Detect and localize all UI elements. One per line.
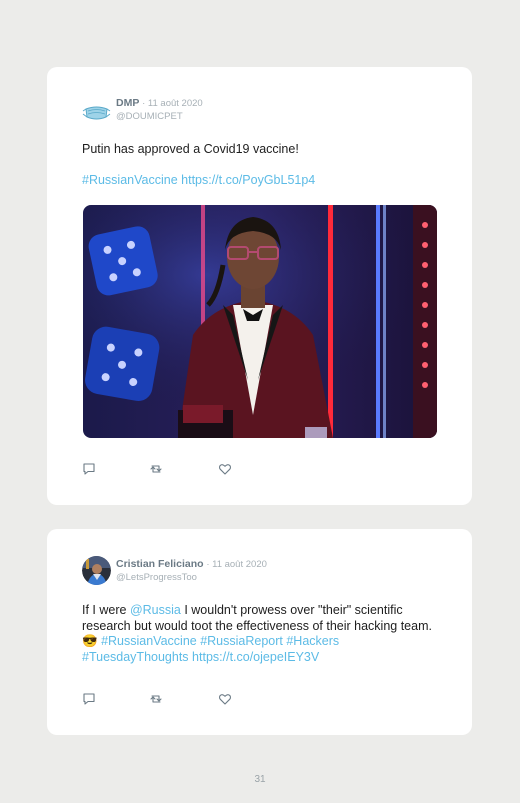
medical-mask-icon[interactable]	[82, 98, 111, 127]
mention-link[interactable]: @Russia	[130, 603, 181, 617]
reply-icon[interactable]	[82, 692, 96, 706]
author-name[interactable]: DMP	[116, 97, 139, 109]
reply-icon[interactable]	[82, 462, 96, 476]
tweet-date: · 11 août 2020	[206, 559, 267, 570]
url-link[interactable]: https://t.co/ojepeIEY3V	[192, 650, 319, 664]
author-name[interactable]: Cristian Feliciano	[116, 558, 204, 570]
tweet-links-line: #RussianVaccine https://t.co/PoyGbL51p4	[82, 173, 442, 189]
sunglasses-emoji-icon: 😎	[82, 634, 98, 648]
author-handle[interactable]: @LetsProgressToo	[116, 572, 197, 583]
profile-photo-icon[interactable]	[82, 556, 111, 585]
hashtag-link[interactable]: #RussianVaccine	[82, 173, 178, 187]
tweet-text-part: If I were	[82, 603, 130, 617]
author-line: DMP · 11 août 2020	[116, 97, 203, 109]
tweet-media-gif[interactable]	[83, 205, 437, 438]
author-handle[interactable]: @DOUMICPET	[116, 111, 183, 122]
tweet-card-2: Cristian Feliciano · 11 août 2020 @LetsP…	[47, 529, 472, 735]
tweet-text: If I were @Russia I wouldn't prowess ove…	[82, 603, 442, 665]
like-icon[interactable]	[218, 462, 232, 476]
tweet-date: · 11 août 2020	[142, 98, 203, 109]
author-line: Cristian Feliciano · 11 août 2020	[116, 558, 267, 570]
like-icon[interactable]	[218, 692, 232, 706]
retweet-icon[interactable]	[149, 462, 163, 476]
tweet-text-line: Putin has approved a Covid19 vaccine!	[82, 142, 299, 156]
retweet-icon[interactable]	[149, 692, 163, 706]
tweet-text: Putin has approved a Covid19 vaccine! #R…	[82, 142, 442, 188]
page-number: 31	[254, 774, 266, 785]
url-link[interactable]: https://t.co/PoyGbL51p4	[181, 173, 315, 187]
tweet-card-1: DMP · 11 août 2020 @DOUMICPET Putin has …	[47, 67, 472, 505]
